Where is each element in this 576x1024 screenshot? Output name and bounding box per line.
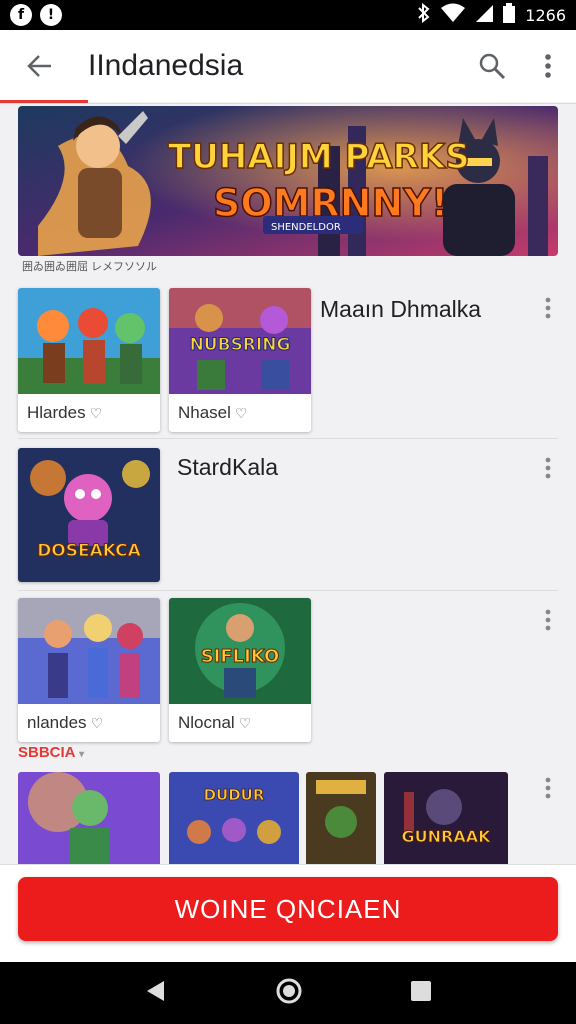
- game-card[interactable]: Hlardes ♡: [18, 288, 160, 432]
- arrow-left-icon: [27, 55, 51, 77]
- game-thumbnail: [18, 288, 160, 394]
- section-title: StardKala: [177, 454, 279, 480]
- game-card[interactable]: [306, 772, 376, 864]
- game-thumbnail: [18, 598, 160, 704]
- game-list: Hlardes ♡ NUBSRING Nhasel ♡ Maaın Dhmalka: [0, 278, 576, 864]
- game-card[interactable]: NUBSRING Nhasel ♡: [169, 288, 311, 432]
- game-thumbnail: SIFLIKO: [169, 598, 311, 704]
- game-card[interactable]: DOSEAKCA: [18, 448, 160, 582]
- game-card[interactable]: [18, 772, 160, 864]
- game-thumbnail: DOSEAKCA: [18, 448, 160, 582]
- signal-icon: [475, 3, 494, 27]
- system-nav-bar: [0, 962, 576, 1024]
- nav-recents-button[interactable]: [410, 980, 432, 1007]
- more-vert-icon: [545, 777, 551, 799]
- game-thumbnail: [18, 772, 160, 864]
- battery-icon: [503, 3, 516, 27]
- game-card[interactable]: DUDUR: [169, 772, 299, 864]
- section-more-button[interactable]: [538, 294, 558, 322]
- app-bar-divider: [0, 103, 576, 104]
- primary-action-button[interactable]: WOINE QNCIAEN: [18, 877, 558, 941]
- wifi-icon: [441, 3, 466, 27]
- section-label: SBBCIA ▾: [18, 744, 85, 761]
- bluetooth-icon: [417, 2, 431, 27]
- list-item: DOSEAKCA StardKala: [0, 438, 576, 590]
- list-item: SBBCIA ▾ DUDUR GUNRAAK: [0, 744, 576, 864]
- card-label: Nlocnal: [178, 713, 235, 732]
- nav-back-button[interactable]: [144, 979, 168, 1008]
- page-title: IIndanedsia: [88, 49, 244, 82]
- search-button[interactable]: [464, 30, 520, 102]
- recents-square-icon: [411, 980, 432, 1001]
- app-notification-icon: f: [10, 4, 32, 26]
- game-card[interactable]: SIFLIKO Nlocnal ♡: [169, 598, 311, 742]
- chevron-down-icon: ▾: [79, 749, 85, 760]
- card-label: nlandes: [27, 713, 87, 732]
- card-art-title: DUDUR: [204, 786, 265, 804]
- game-thumbnail: DUDUR: [169, 772, 299, 864]
- section-title: Maaın Dhmalka: [320, 296, 482, 322]
- clock-time: 1266: [525, 5, 566, 25]
- banner-artwork: TUHAIJM PARKS SOMRNNY! SHENDELDOR: [18, 106, 558, 256]
- heart-icon: ♡: [90, 714, 104, 731]
- banner-tagline: SHENDELDOR: [271, 222, 341, 233]
- back-triangle-icon: [146, 980, 164, 1001]
- alert-notification-icon: !: [40, 4, 62, 26]
- card-art-title: SIFLIKO: [201, 646, 280, 667]
- more-vert-icon: [545, 457, 551, 479]
- game-card[interactable]: nlandes ♡: [18, 598, 160, 742]
- list-item: nlandes ♡ SIFLIKO Nlocnal ♡: [0, 590, 576, 748]
- heart-icon: ♡: [238, 714, 252, 731]
- back-button[interactable]: [0, 30, 80, 102]
- nav-home-button[interactable]: [275, 977, 303, 1010]
- game-card[interactable]: GUNRAAK: [384, 772, 508, 864]
- card-art-title: NUBSRING: [190, 335, 291, 355]
- bottom-action-area: WOINE QNCIAEN: [0, 864, 576, 962]
- section-more-button[interactable]: [538, 454, 558, 482]
- card-label: Hlardes: [27, 403, 86, 422]
- more-vert-icon: [545, 54, 551, 78]
- search-icon: [479, 53, 506, 80]
- card-art-title: GUNRAAK: [402, 827, 492, 846]
- heart-icon: ♡: [234, 404, 248, 421]
- section-more-button[interactable]: [538, 774, 558, 802]
- featured-banner[interactable]: TUHAIJM PARKS SOMRNNY! SHENDELDOR: [18, 106, 558, 256]
- banner-caption: 囲ゐ囲ゐ囲屈 レメフソソル: [22, 261, 158, 273]
- section-more-button[interactable]: [538, 606, 558, 634]
- home-circle-icon: [276, 978, 302, 1003]
- game-thumbnail: GUNRAAK: [384, 772, 508, 864]
- status-bar: f ! 1266: [0, 0, 576, 30]
- card-label: Nhasel: [178, 403, 231, 422]
- card-art-title: DOSEAKCA: [37, 541, 141, 561]
- overflow-menu-button[interactable]: [520, 30, 576, 102]
- banner-title: TUHAIJM PARKS: [168, 137, 470, 177]
- app-bar: IIndanedsia: [0, 30, 576, 102]
- list-item: Hlardes ♡ NUBSRING Nhasel ♡ Maaın Dhmalka: [0, 278, 576, 438]
- more-vert-icon: [545, 297, 551, 319]
- game-thumbnail: [306, 772, 376, 864]
- heart-icon: ♡: [89, 404, 103, 421]
- game-thumbnail: NUBSRING: [169, 288, 311, 394]
- more-vert-icon: [545, 609, 551, 631]
